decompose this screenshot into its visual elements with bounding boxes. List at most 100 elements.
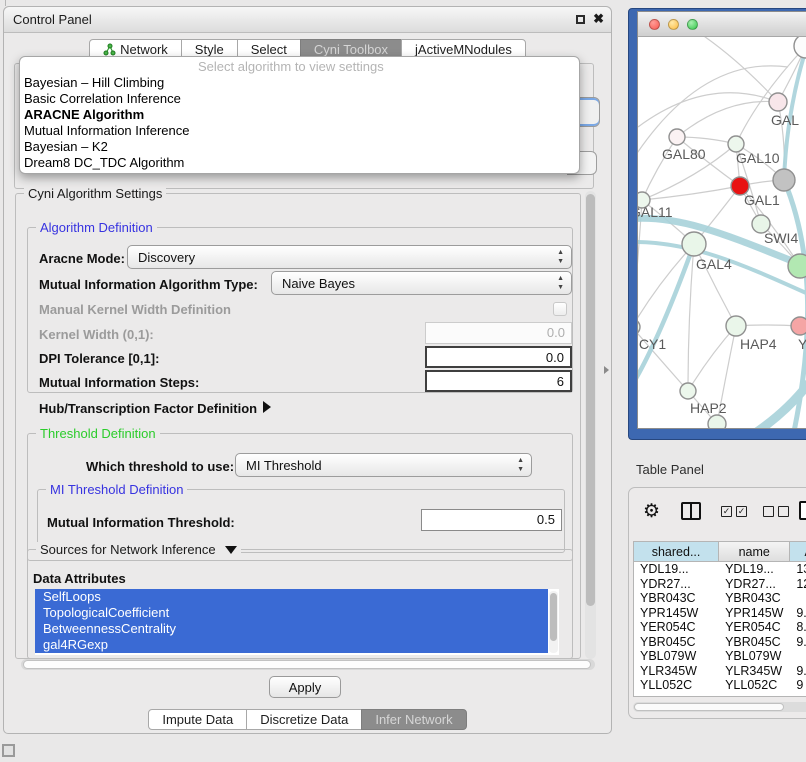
node-table: shared... name A YDL19...YDL19...13 YDR2… <box>633 541 806 697</box>
scrollbar-thumb[interactable] <box>550 593 557 641</box>
scrollbar-thumb[interactable] <box>23 660 591 669</box>
table-horizontal-scrollbar[interactable] <box>633 702 806 712</box>
mi-algorithm-type-combo[interactable]: Naive Bayes ▲▼ <box>271 271 572 295</box>
mi-threshold-group-title: MI Threshold Definition <box>46 482 187 497</box>
tab-impute-data-label: Impute Data <box>162 712 233 727</box>
node-label: GAL4 <box>696 256 732 272</box>
combo-arrows-icon: ▲▼ <box>517 456 524 474</box>
cyni-settings-title: Cyni Algorithm Settings <box>24 186 166 201</box>
table-row[interactable]: YBR045CYBR045C9. <box>634 635 806 650</box>
collapsed-panel-icon[interactable] <box>2 744 15 757</box>
deselect-all-checkbox-icon[interactable] <box>778 506 789 517</box>
node-gcy1[interactable] <box>638 319 640 335</box>
document-icon[interactable] <box>799 501 806 520</box>
zoom-window-icon[interactable] <box>687 19 698 30</box>
node-hap2[interactable] <box>680 383 696 399</box>
minimize-window-icon[interactable] <box>668 19 679 30</box>
aracne-mode-combo[interactable]: Discovery ▲▼ <box>127 245 572 269</box>
node-label: HAP4 <box>740 336 777 352</box>
splitter-collapse-icon[interactable] <box>604 366 609 374</box>
node-label: GAL <box>771 112 799 128</box>
dpi-tolerance-field[interactable]: 0.0 <box>425 346 572 368</box>
node-hap4[interactable] <box>726 316 746 336</box>
table-row[interactable]: YLR345WYLR345W9. <box>634 664 806 679</box>
table-panel-title: Table Panel <box>636 462 704 477</box>
node-gal4[interactable] <box>682 232 706 256</box>
dropdown-item[interactable]: Basic Correlation Inference <box>20 91 579 107</box>
table-row[interactable]: YDR27...YDR27...12 <box>634 577 806 592</box>
node-label: GAL1 <box>744 192 780 208</box>
column-header-name[interactable]: name <box>719 542 790 561</box>
table-row[interactable]: YBR043CYBR043C <box>634 591 806 606</box>
node-label: SWI4 <box>764 230 798 246</box>
cyni-bottom-tabbar: Impute Data Discretize Data Infer Networ… <box>4 709 611 730</box>
close-panel-icon[interactable]: ✖ <box>593 11 604 27</box>
control-panel-window: Control Panel ✖ Network Style Select Cyn… <box>3 6 612 734</box>
which-threshold-label: Which threshold to use: <box>86 459 234 474</box>
hub-definition-toggle[interactable]: Hub/Transcription Factor Definition <box>39 401 271 416</box>
settings-horizontal-scrollbar[interactable] <box>21 659 595 670</box>
which-threshold-combo[interactable]: MI Threshold ▲▼ <box>235 453 532 477</box>
tab-infer-network-label: Infer Network <box>375 712 452 727</box>
network-view-frame: GAL GAL80 GAL10 GAL1 GAL11 SWI4 GAL4 GCY… <box>637 11 806 429</box>
aracne-mode-value: Discovery <box>138 250 195 265</box>
manual-kernel-width-checkbox[interactable] <box>553 302 567 316</box>
node-green-right[interactable] <box>788 254 806 278</box>
tab-impute-data[interactable]: Impute Data <box>148 709 247 730</box>
control-panel-titlebar: Control Panel ✖ <box>4 7 611 33</box>
list-item[interactable]: SelfLoops <box>35 589 548 605</box>
node-pink-top[interactable] <box>769 93 787 111</box>
list-item[interactable]: BetweennessCentrality <box>35 621 548 637</box>
kernel-width-label: Kernel Width (0,1): <box>39 327 154 342</box>
settings-gear-icon[interactable]: ⚙ <box>643 500 660 524</box>
mi-steps-label: Mutual Information Steps: <box>39 375 199 390</box>
close-window-icon[interactable] <box>649 19 660 30</box>
tab-cyni-toolbox-label: Cyni Toolbox <box>314 42 388 57</box>
sources-group-title[interactable]: Sources for Network Inference <box>36 542 241 557</box>
node-pink-right[interactable] <box>791 317 806 335</box>
deselect-all-checkbox-icon[interactable] <box>763 506 774 517</box>
which-threshold-value: MI Threshold <box>246 458 322 473</box>
table-row[interactable]: YLL052CYLL052C9 <box>634 678 806 693</box>
column-header-partial[interactable]: A <box>790 542 806 561</box>
combo-arrows-icon: ▲▼ <box>557 248 564 266</box>
aracne-mode-label: Aracne Mode: <box>39 251 125 266</box>
dropdown-item[interactable]: Dream8 DC_TDC Algorithm <box>20 155 579 171</box>
settings-vertical-scrollbar[interactable] <box>585 191 596 659</box>
table-row[interactable]: YER054CYER054C8. <box>634 620 806 635</box>
attributes-list-scrollbar[interactable] <box>549 591 558 653</box>
float-window-icon[interactable] <box>576 15 585 24</box>
network-canvas[interactable]: GAL GAL80 GAL10 GAL1 GAL11 SWI4 GAL4 GCY… <box>638 37 806 429</box>
select-all-checkbox-icon[interactable]: ✓ <box>721 506 732 517</box>
mi-steps-field[interactable]: 6 <box>425 370 572 392</box>
select-all-checkbox-icon[interactable]: ✓ <box>736 506 747 517</box>
table-row[interactable]: YDL19...YDL19...13 <box>634 562 806 577</box>
table-header-row: shared... name A <box>634 542 806 562</box>
list-item[interactable]: gal4RGexp <box>35 637 548 653</box>
dropdown-item-selected[interactable]: ARACNE Algorithm <box>20 107 579 123</box>
node-partial-top[interactable] <box>794 37 806 58</box>
expand-arrow-icon <box>263 401 271 413</box>
columns-icon[interactable] <box>681 502 701 520</box>
node-label: GAL80 <box>662 146 706 162</box>
threshold-definition-title: Threshold Definition <box>36 426 160 441</box>
node-gal80[interactable] <box>669 129 685 145</box>
dropdown-item[interactable]: Bayesian – Hill Climbing <box>20 75 579 91</box>
table-row[interactable]: YBL079WYBL079W <box>634 649 806 664</box>
scrollbar-thumb[interactable] <box>586 194 595 606</box>
node-label: Y <box>798 336 806 352</box>
apply-button[interactable]: Apply <box>269 676 341 698</box>
dropdown-item[interactable]: Bayesian – K2 <box>20 139 579 155</box>
list-item[interactable]: TopologicalCoefficient <box>35 605 548 621</box>
tab-infer-network[interactable]: Infer Network <box>361 709 466 730</box>
dropdown-item[interactable]: Mutual Information Inference <box>20 123 579 139</box>
mi-threshold-field[interactable]: 0.5 <box>421 509 562 531</box>
scrollbar-thumb[interactable] <box>634 703 784 711</box>
column-header-shared-name[interactable]: shared... <box>634 542 719 561</box>
data-attributes-list: SelfLoops TopologicalCoefficient Between… <box>35 589 559 655</box>
tab-discretize-data[interactable]: Discretize Data <box>246 709 362 730</box>
table-row[interactable]: YPR145WYPR145W9. <box>634 606 806 621</box>
node-gray[interactable] <box>773 169 795 191</box>
tab-style-label: Style <box>195 42 224 57</box>
node-bottom[interactable] <box>708 415 726 429</box>
